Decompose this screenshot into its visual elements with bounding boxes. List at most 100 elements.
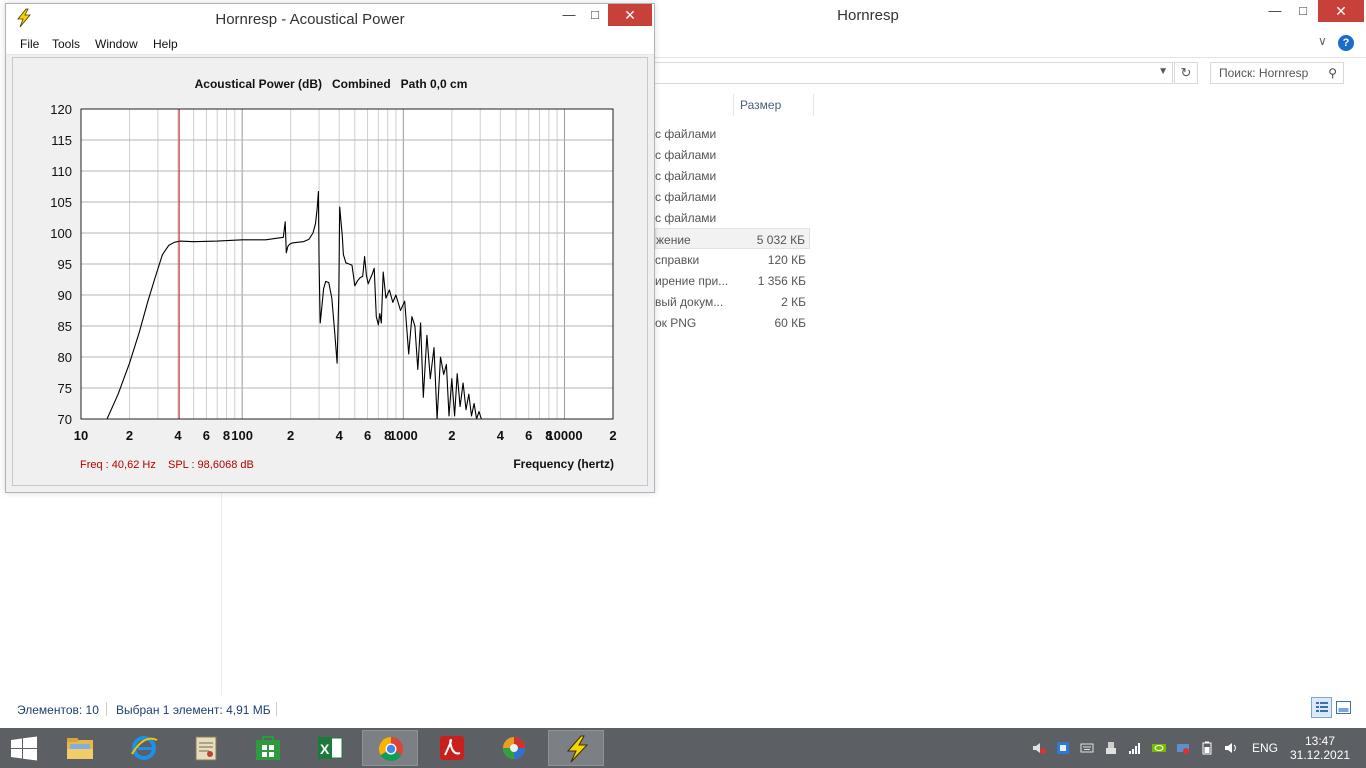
file-type: с файлами bbox=[655, 211, 717, 225]
taskbar-app-paper[interactable] bbox=[178, 730, 234, 766]
battery-icon[interactable] bbox=[1200, 741, 1214, 755]
system-tray bbox=[1028, 728, 1248, 768]
x-tick-label: 2 bbox=[448, 428, 455, 443]
file-row[interactable]: с файлами bbox=[655, 165, 810, 186]
file-type: ирение при... bbox=[655, 274, 729, 288]
file-row[interactable]: с файлами bbox=[655, 186, 810, 207]
explorer-close-button[interactable]: ✕ bbox=[1318, 0, 1364, 22]
chart-title: Acoustical Power (dB) Combined Path 0,0 … bbox=[195, 77, 468, 91]
column-header: Размер bbox=[655, 94, 815, 116]
y-tick-label: 115 bbox=[51, 133, 72, 148]
details-view-button[interactable] bbox=[1311, 697, 1332, 718]
explorer-ribbon bbox=[655, 30, 1366, 58]
y-tick-label: 100 bbox=[50, 226, 72, 241]
file-list: с файлами с файлами с файлами с файлами с фа… bbox=[655, 123, 810, 333]
x-axis-label: Frequency (hertz) bbox=[513, 457, 614, 471]
chart-panel: 120 115 110 105 100 95 90 85 80 75 70 10 2 4 6 8 100 2 4 6 8… bbox=[12, 57, 648, 486]
x-tick-label: 2 bbox=[126, 428, 133, 443]
excel-icon: X bbox=[318, 737, 343, 759]
taskbar-explorer[interactable] bbox=[52, 730, 108, 766]
column-separator[interactable] bbox=[733, 94, 734, 116]
file-row[interactable]: справки 120 КБ bbox=[655, 249, 810, 270]
explorer-minimize-button[interactable]: — bbox=[1262, 0, 1288, 22]
speaker-alert-icon[interactable] bbox=[1032, 741, 1046, 755]
file-row[interactable]: с файлами bbox=[655, 207, 810, 228]
file-row[interactable]: ок PNG 60 КБ bbox=[655, 312, 810, 333]
file-type: с файлами bbox=[655, 127, 717, 141]
file-type: справки bbox=[655, 253, 700, 267]
y-tick-label: 80 bbox=[58, 350, 72, 365]
hornresp-minimize-button[interactable]: — bbox=[556, 4, 582, 26]
volume-icon[interactable] bbox=[1224, 741, 1238, 755]
search-icon[interactable]: ⚲ bbox=[1328, 66, 1337, 80]
x-tick-label: 100 bbox=[231, 428, 253, 443]
clock-time: 13:47 bbox=[1304, 734, 1336, 748]
refresh-button[interactable]: ↻ bbox=[1174, 62, 1198, 84]
clock[interactable]: 13:47 31.12.2021 bbox=[1290, 734, 1350, 762]
status-separator bbox=[276, 702, 277, 716]
help-icon[interactable]: ? bbox=[1338, 35, 1354, 51]
file-row[interactable]: вый докум... 2 КБ bbox=[655, 291, 810, 312]
status-separator bbox=[106, 702, 107, 716]
x-tick-label: 2 bbox=[609, 428, 616, 443]
chrome-icon bbox=[378, 737, 403, 762]
acrobat-icon bbox=[440, 736, 464, 760]
hornresp-titlebar[interactable]: Hornresp - Acoustical Power — □ ✕ bbox=[6, 4, 654, 33]
address-dropdown-icon[interactable]: ▼ bbox=[1158, 66, 1168, 77]
ribbon-expand-icon[interactable]: ∨ bbox=[1318, 34, 1327, 48]
folder-icon bbox=[67, 738, 93, 759]
acoustical-power-chart[interactable]: 12011511010510095908580757010 2 4 6 8 100 2 4 6 8… bbox=[13, 58, 649, 487]
y-tick-label: 105 bbox=[50, 195, 72, 210]
hornresp-maximize-button[interactable]: □ bbox=[582, 4, 608, 26]
file-row[interactable]: с файлами bbox=[655, 123, 810, 144]
taskbar: X ENG 13:47 31.12.2021 bbox=[0, 728, 1366, 768]
y-tick-label: 95 bbox=[58, 257, 72, 272]
x-tick-label: 10000 bbox=[546, 428, 582, 443]
file-type: с файлами bbox=[655, 169, 717, 183]
taskbar-internet-explorer[interactable] bbox=[116, 730, 172, 766]
svg-text:X: X bbox=[320, 741, 330, 757]
network-adapter-icon[interactable] bbox=[1056, 741, 1070, 755]
file-size: 5 032 КБ bbox=[756, 233, 805, 247]
taskbar-acrobat[interactable] bbox=[424, 730, 480, 766]
large-icons-view-button[interactable] bbox=[1335, 699, 1352, 716]
x-tick-label: 2 bbox=[287, 428, 294, 443]
x-tick-label: 6 bbox=[364, 428, 371, 443]
details-view-icon bbox=[1316, 702, 1328, 712]
taskbar-excel[interactable]: X bbox=[302, 730, 358, 766]
file-row[interactable]: с файлами bbox=[655, 144, 810, 165]
usb-device-icon[interactable] bbox=[1104, 741, 1118, 755]
menu-help[interactable]: Help bbox=[153, 37, 178, 51]
windows-start-button[interactable] bbox=[6, 734, 42, 764]
y-tick-label: 120 bbox=[50, 102, 72, 117]
x-tick-label: 4 bbox=[336, 428, 344, 443]
menu-file[interactable]: File bbox=[20, 37, 39, 51]
taskbar-color-app[interactable] bbox=[486, 730, 542, 766]
y-tick-label: 110 bbox=[51, 164, 72, 179]
signal-bars-icon[interactable] bbox=[1128, 741, 1142, 755]
hornresp-menubar: File Tools Window Help bbox=[6, 33, 654, 55]
search-input[interactable]: Поиск: Hornresp ⚲ bbox=[1210, 62, 1344, 84]
column-separator[interactable] bbox=[813, 94, 814, 116]
language-indicator[interactable]: ENG bbox=[1252, 741, 1278, 755]
hornresp-close-button[interactable]: ✕ bbox=[608, 4, 652, 26]
column-header-size[interactable]: Размер bbox=[740, 98, 781, 112]
internet-explorer-icon bbox=[131, 736, 158, 760]
taskbar-store[interactable] bbox=[240, 730, 296, 766]
taskbar-hornresp[interactable] bbox=[548, 730, 604, 766]
hornresp-lightning-icon bbox=[566, 735, 589, 763]
file-row[interactable]: жение 5 032 КБ bbox=[655, 228, 810, 249]
x-tick-label: 10 bbox=[74, 428, 88, 443]
file-type: с файлами bbox=[655, 190, 717, 204]
y-tick-label: 75 bbox=[58, 381, 72, 396]
explorer-maximize-button[interactable]: □ bbox=[1290, 0, 1316, 22]
keyboard-icon[interactable] bbox=[1080, 741, 1094, 755]
menu-window[interactable]: Window bbox=[95, 37, 138, 51]
file-row[interactable]: ирение при... 1 356 КБ bbox=[655, 270, 810, 291]
nvidia-icon[interactable] bbox=[1152, 741, 1166, 755]
y-tick-label: 85 bbox=[58, 319, 72, 334]
network-warning-icon[interactable] bbox=[1176, 741, 1190, 755]
taskbar-chrome[interactable] bbox=[362, 730, 418, 766]
address-bar[interactable]: ▼ bbox=[655, 62, 1173, 84]
menu-tools[interactable]: Tools bbox=[52, 37, 80, 51]
